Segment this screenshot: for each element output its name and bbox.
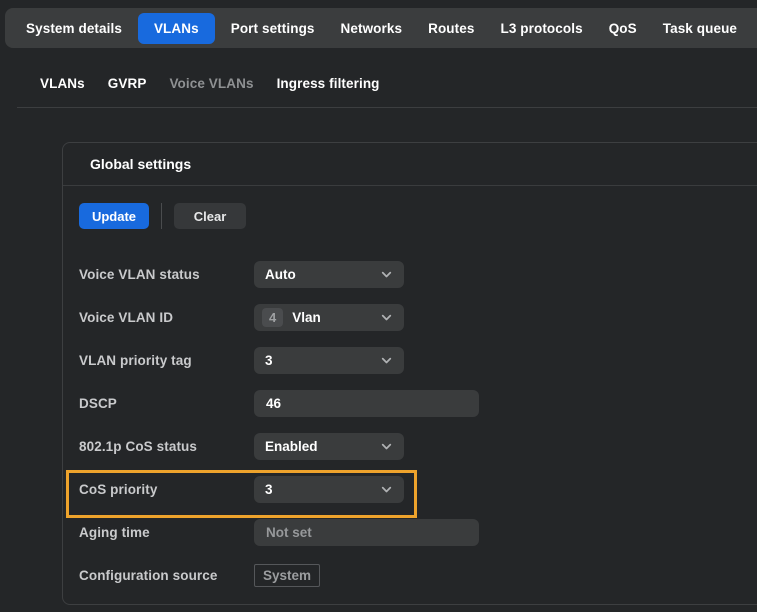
chevron-down-icon [380, 483, 393, 496]
chevron-down-icon [380, 440, 393, 453]
settings-form: Voice VLAN status Auto Voice VLAN ID 4 V… [79, 261, 757, 589]
configuration-source-badge: System [254, 564, 320, 587]
field-row-cos-status: 802.1p CoS status Enabled [79, 433, 757, 460]
field-label: Configuration source [79, 568, 254, 583]
tab-vlans[interactable]: VLANs [138, 13, 215, 44]
tab-qos[interactable]: QoS [596, 13, 650, 44]
update-button[interactable]: Update [79, 203, 149, 229]
sub-navigation: VLANs GVRP Voice VLANs Ingress filtering [40, 76, 380, 91]
global-settings-panel: Global settings Update Clear Voice VLAN … [62, 142, 757, 605]
tab-task-queue[interactable]: Task queue [650, 13, 750, 44]
top-navigation-bar: System details VLANs Port settings Netwo… [5, 8, 757, 48]
tab-routes[interactable]: Routes [415, 13, 487, 44]
clear-button[interactable]: Clear [174, 203, 246, 229]
panel-header: Global settings [63, 143, 757, 186]
subnav-divider [17, 107, 757, 108]
field-row-configuration-source: Configuration source System [79, 562, 757, 589]
subtab-vlans[interactable]: VLANs [40, 76, 85, 91]
voice-vlan-id-select[interactable]: 4 Vlan [254, 304, 404, 331]
tab-networks[interactable]: Networks [328, 13, 416, 44]
field-label: Voice VLAN status [79, 267, 254, 282]
subtab-voice-vlans[interactable]: Voice VLANs [169, 76, 253, 91]
panel-body: Update Clear Voice VLAN status Auto Voic… [63, 186, 757, 589]
tab-port-settings[interactable]: Port settings [218, 13, 328, 44]
field-row-aging-time: Aging time [79, 519, 757, 546]
field-label: Aging time [79, 525, 254, 540]
panel-title: Global settings [90, 156, 191, 172]
field-row-voice-vlan-id: Voice VLAN ID 4 Vlan [79, 304, 757, 331]
field-row-dscp: DSCP [79, 390, 757, 417]
button-divider [161, 203, 162, 229]
chevron-down-icon [380, 311, 393, 324]
tab-l3-protocols[interactable]: L3 protocols [487, 13, 595, 44]
vlan-id-badge: 4 [262, 308, 283, 327]
field-row-voice-vlan-status: Voice VLAN status Auto [79, 261, 757, 288]
tab-system-details[interactable]: System details [13, 13, 135, 44]
chevron-down-icon [380, 268, 393, 281]
field-label: DSCP [79, 396, 254, 411]
field-label: Voice VLAN ID [79, 310, 254, 325]
field-label: CoS priority [79, 482, 254, 497]
dscp-input[interactable] [254, 390, 479, 417]
cos-status-select[interactable]: Enabled [254, 433, 404, 460]
vlan-priority-tag-select[interactable]: 3 [254, 347, 404, 374]
voice-vlan-status-select[interactable]: Auto [254, 261, 404, 288]
field-label: 802.1p CoS status [79, 439, 254, 454]
field-label: VLAN priority tag [79, 353, 254, 368]
aging-time-input[interactable] [254, 519, 479, 546]
subtab-gvrp[interactable]: GVRP [108, 76, 147, 91]
chevron-down-icon [380, 354, 393, 367]
action-buttons-row: Update Clear [79, 203, 757, 229]
cos-priority-select[interactable]: 3 [254, 476, 404, 503]
subtab-ingress-filtering[interactable]: Ingress filtering [277, 76, 380, 91]
field-row-vlan-priority-tag: VLAN priority tag 3 [79, 347, 757, 374]
field-row-cos-priority: CoS priority 3 [79, 476, 757, 503]
